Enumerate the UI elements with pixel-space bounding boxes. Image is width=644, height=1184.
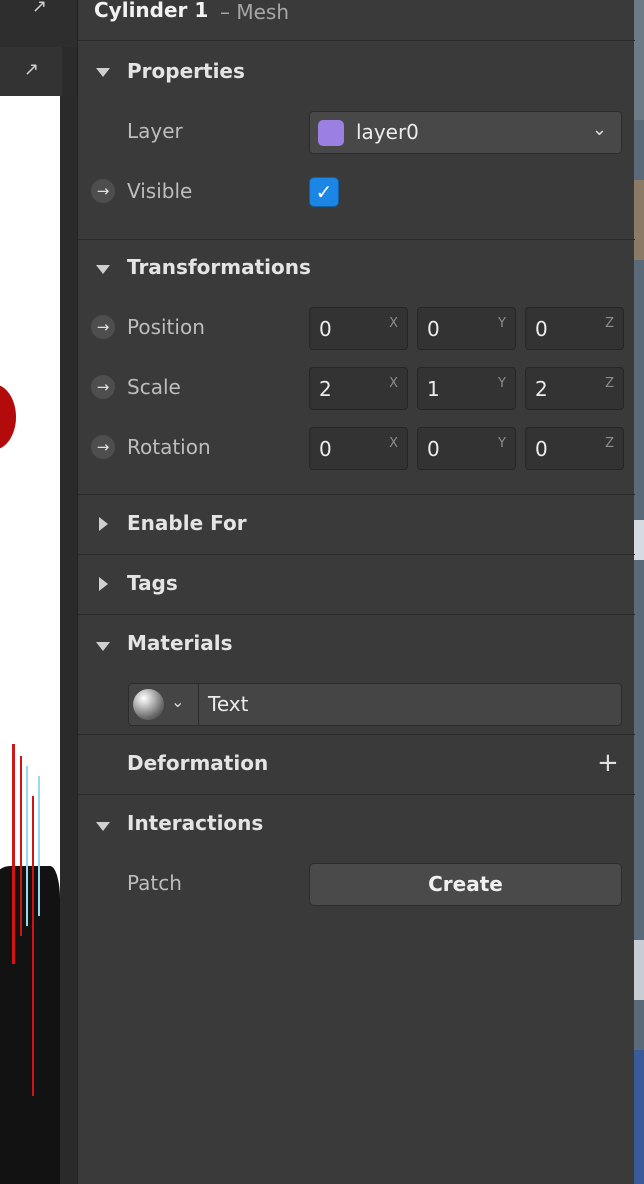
- viewport-red-line: [12, 744, 15, 964]
- connect-arrow-icon[interactable]: →: [91, 179, 115, 203]
- object-type: – Mesh: [220, 0, 290, 24]
- connect-arrow-icon[interactable]: →: [91, 435, 115, 459]
- axis-label-z: Z: [605, 376, 614, 391]
- viewport-red-line: [20, 756, 22, 936]
- position-y-field[interactable]: 0 Y: [417, 307, 516, 350]
- section-title-enable-for[interactable]: Enable For: [127, 511, 247, 535]
- rotation-x-field[interactable]: 0 X: [309, 427, 408, 470]
- position-z-field[interactable]: 0 Z: [525, 307, 624, 350]
- collapse-triangle-icon[interactable]: [96, 68, 110, 77]
- visible-checkbox[interactable]: ✓: [309, 177, 339, 207]
- axis-label-z: Z: [605, 436, 614, 451]
- inspector-header: Cylinder 1 – Mesh: [78, 0, 635, 41]
- layer-color-swatch: [318, 120, 344, 146]
- position-x-field[interactable]: 0 X: [309, 307, 408, 350]
- patch-label: Patch: [127, 871, 182, 895]
- connect-arrow-icon[interactable]: →: [91, 375, 115, 399]
- material-name: Text: [208, 692, 249, 716]
- enable-for-section[interactable]: Enable For: [78, 495, 635, 555]
- material-field[interactable]: ⌄ Text: [128, 683, 622, 726]
- viewport-cyan-line: [38, 776, 40, 916]
- section-title-materials[interactable]: Materials: [127, 631, 233, 655]
- viewport-dark-shape: [0, 866, 60, 1184]
- create-patch-button[interactable]: Create: [309, 863, 622, 906]
- chevron-down-icon: ⌄: [171, 692, 185, 711]
- scale-y-value: 1: [427, 377, 440, 401]
- axis-label-y: Y: [498, 436, 506, 451]
- scale-x-value: 2: [319, 377, 332, 401]
- axis-label-y: Y: [498, 376, 506, 391]
- section-title-interactions[interactable]: Interactions: [127, 811, 263, 835]
- position-label: Position: [127, 315, 205, 339]
- rotation-y-field[interactable]: 0 Y: [417, 427, 516, 470]
- tags-section[interactable]: Tags: [78, 555, 635, 615]
- external-link-icon[interactable]: ↗: [24, 59, 39, 80]
- axis-label-x: X: [389, 436, 398, 451]
- rotation-y-value: 0: [427, 437, 440, 461]
- scale-z-value: 2: [535, 377, 548, 401]
- section-title-transformations[interactable]: Transformations: [127, 255, 311, 279]
- viewport-sub-bar: ↗: [0, 47, 62, 96]
- layer-dropdown[interactable]: layer0 ⌄: [309, 111, 622, 154]
- edge-band: [634, 1050, 644, 1184]
- collapse-triangle-icon[interactable]: [96, 822, 110, 831]
- collapse-triangle-icon[interactable]: [96, 265, 110, 274]
- scale-x-field[interactable]: 2 X: [309, 367, 408, 410]
- material-selector[interactable]: ⌄: [129, 684, 199, 725]
- position-y-value: 0: [427, 317, 440, 341]
- axis-label-y: Y: [498, 316, 506, 331]
- edge-band: [634, 940, 644, 1000]
- layer-value: layer0: [356, 120, 419, 144]
- chevron-down-icon: ⌄: [591, 119, 607, 140]
- collapse-triangle-icon[interactable]: [96, 642, 110, 651]
- viewport-red-line: [32, 796, 34, 1096]
- scale-label: Scale: [127, 375, 181, 399]
- edge-band: [634, 180, 644, 260]
- scale-z-field[interactable]: 2 Z: [525, 367, 624, 410]
- position-z-value: 0: [535, 317, 548, 341]
- rotation-x-value: 0: [319, 437, 332, 461]
- section-title-deformation: Deformation: [127, 751, 269, 775]
- inspector-panel: Cylinder 1 – Mesh Properties Layer layer…: [77, 0, 635, 1184]
- viewport-red-shape: [0, 384, 16, 450]
- rotation-label: Rotation: [127, 435, 211, 459]
- expand-triangle-icon[interactable]: [99, 577, 108, 591]
- layer-label: Layer: [127, 119, 183, 143]
- background-window-edge: [634, 0, 644, 1184]
- connect-arrow-icon[interactable]: →: [91, 315, 115, 339]
- deformation-section: Deformation: [78, 735, 635, 795]
- object-name: Cylinder 1: [94, 0, 209, 22]
- axis-label-z: Z: [605, 316, 614, 331]
- viewport-canvas[interactable]: [0, 96, 60, 1184]
- add-deformation-icon[interactable]: +: [597, 748, 619, 778]
- edge-band: [634, 520, 644, 560]
- expand-triangle-icon[interactable]: [99, 517, 108, 531]
- edge-band: [634, 0, 644, 120]
- visible-label: Visible: [127, 179, 193, 203]
- scale-y-field[interactable]: 1 Y: [417, 367, 516, 410]
- axis-label-x: X: [389, 316, 398, 331]
- rotation-z-field[interactable]: 0 Z: [525, 427, 624, 470]
- viewport-strip: ↗ ↗: [0, 0, 77, 1184]
- section-title-properties[interactable]: Properties: [127, 59, 245, 83]
- viewport-cyan-line: [26, 766, 28, 926]
- axis-label-x: X: [389, 376, 398, 391]
- material-sphere-icon: [133, 689, 164, 720]
- viewport-gutter: [60, 96, 77, 1184]
- section-title-tags[interactable]: Tags: [127, 571, 178, 595]
- external-link-icon[interactable]: ↗: [32, 0, 47, 17]
- viewport-top-bar: ↗: [0, 0, 77, 47]
- rotation-z-value: 0: [535, 437, 548, 461]
- position-x-value: 0: [319, 317, 332, 341]
